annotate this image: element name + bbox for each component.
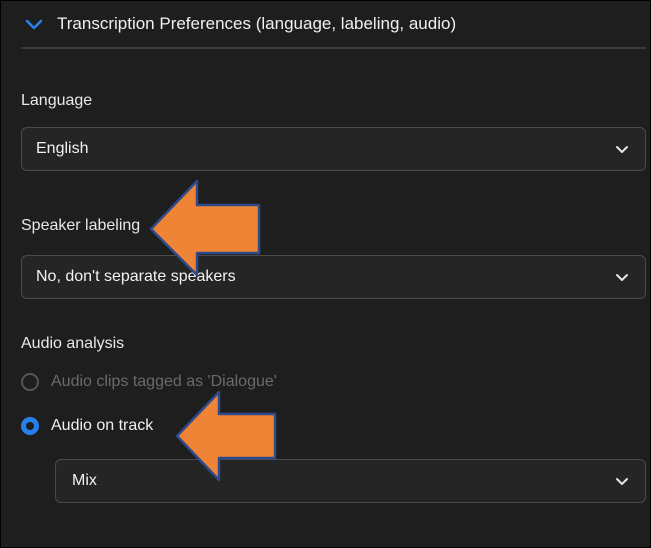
chevron-down-icon [616, 274, 628, 281]
audio-track-value: Mix [72, 472, 97, 489]
audio-analysis-label: Audio analysis [21, 335, 125, 352]
language-label: Language [21, 92, 93, 109]
chevron-down-icon [616, 146, 628, 153]
section-header[interactable]: Transcription Preferences (language, lab… [21, 1, 646, 49]
radio-audio-on-track[interactable]: Audio on track [21, 417, 153, 435]
language-value: English [36, 140, 89, 157]
radio-unselected-icon [21, 373, 39, 391]
audio-track-select[interactable]: Mix [55, 459, 646, 503]
radio-label: Audio on track [51, 417, 154, 434]
chevron-down-icon [616, 478, 628, 485]
radio-selected-icon [21, 417, 39, 435]
annotation-arrow-icon [175, 390, 277, 482]
annotation-arrow-icon [149, 179, 261, 277]
transcription-preferences-panel: Transcription Preferences (language, lab… [0, 0, 651, 548]
speaker-labeling-value: No, don't separate speakers [36, 268, 236, 285]
speaker-labeling-label: Speaker labeling [21, 217, 141, 234]
chevron-down-icon[interactable] [23, 13, 45, 35]
section-title: Transcription Preferences (language, lab… [57, 14, 457, 33]
language-select[interactable]: English [21, 127, 646, 171]
speaker-labeling-select[interactable]: No, don't separate speakers [21, 255, 646, 299]
